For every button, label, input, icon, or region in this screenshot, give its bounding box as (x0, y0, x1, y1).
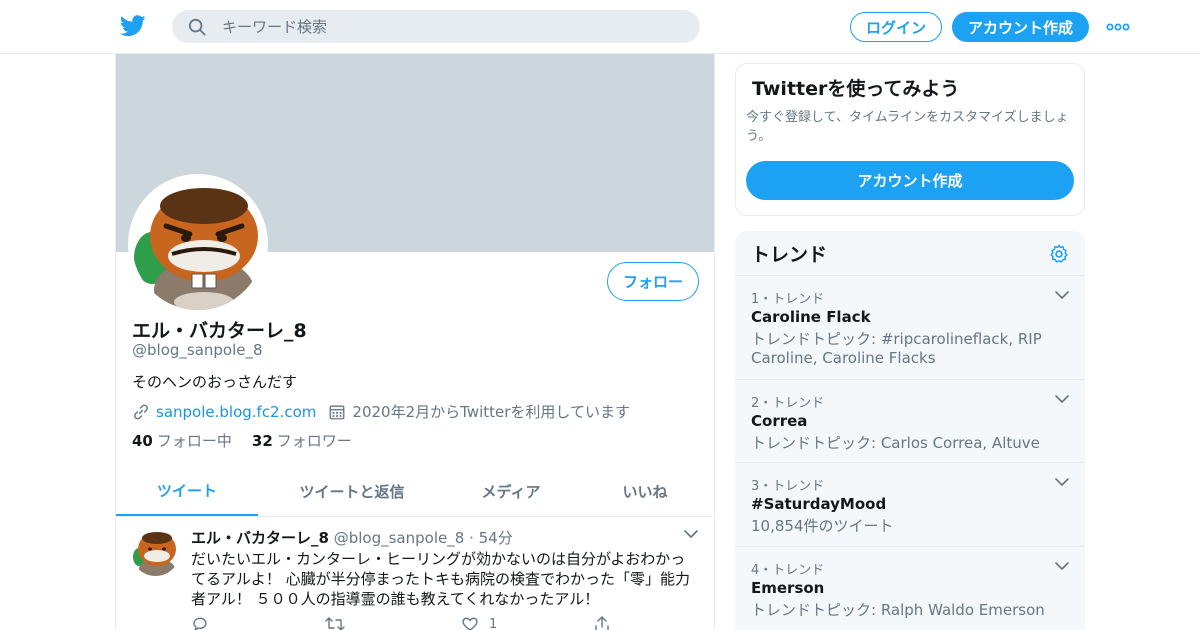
tweet-text: だいたいエル・カンターレ・ヒーリングが効かないのは自分がよおわかってるアルよ！ … (191, 550, 691, 608)
tweet-item[interactable]: エル・バカターレ_8 @blog_sanpole_8 · 54分 だいたいエル・… (116, 517, 714, 630)
trend-name: Correa (751, 412, 808, 430)
signup-card-description: 今すぐ登録して、タイムラインをカスタマイズしましょう。 (746, 110, 1069, 144)
profile-joined-date: 2020年2月からTwitterを利用しています (352, 403, 630, 421)
chevron-down-icon[interactable] (684, 529, 698, 539)
profile-handle: @blog_sanpole_8 (132, 341, 263, 359)
tweet-header: エル・バカターレ_8 @blog_sanpole_8 · 54分 (191, 527, 513, 548)
chevron-down-icon[interactable] (1055, 561, 1069, 571)
trend-rank: 2・トレンド (751, 396, 825, 411)
reply-icon (193, 617, 207, 630)
tab-likes[interactable]: いいね (576, 466, 714, 516)
followers-stat[interactable]: 32 フォロワー (252, 430, 352, 451)
tweet-separator: · (469, 529, 474, 547)
tab-tweets-and-replies[interactable]: ツイートと返信 (258, 466, 446, 516)
trend-name: Caroline Flack (751, 308, 871, 326)
tweet-author-name[interactable]: エル・バカターレ_8 (191, 529, 329, 547)
retweet-button[interactable] (325, 615, 345, 630)
gear-icon[interactable] (1048, 243, 1070, 265)
retweet-icon (325, 617, 345, 630)
more-options-icon[interactable] (1106, 20, 1130, 34)
share-icon (595, 616, 609, 630)
share-button[interactable] (593, 615, 611, 630)
tweet-avatar[interactable] (131, 527, 180, 576)
search-input[interactable] (222, 10, 682, 43)
trend-description: 10,854件のツイート (751, 517, 894, 535)
chevron-down-icon[interactable] (1055, 290, 1069, 300)
calendar-icon (329, 404, 345, 419)
trend-rank: 1・トレンド (751, 292, 825, 307)
profile-tabs: ツイート ツイートと返信 メディア いいね (116, 466, 714, 517)
trend-name: #SaturdayMood (751, 495, 887, 513)
followers-count: 32 (251, 432, 273, 450)
like-button[interactable]: 1 (461, 615, 497, 630)
trend-item[interactable]: 4・トレンド Emerson トレンドトピック: Ralph Waldo Eme… (735, 547, 1085, 630)
link-icon (134, 404, 148, 419)
profile-column: フォロー エル・バカターレ_8 @blog_sanpole_8 そのヘンのおっさ… (115, 54, 715, 630)
search-bar[interactable] (172, 10, 700, 43)
avatar-illustration (132, 178, 264, 310)
signup-button[interactable]: アカウント作成 (952, 12, 1089, 42)
trend-item[interactable]: 3・トレンド #SaturdayMood 10,854件のツイート (735, 463, 1085, 547)
profile-name: エル・バカターレ_8 (132, 320, 307, 342)
chevron-down-icon[interactable] (1055, 394, 1069, 404)
tweet-author-handle[interactable]: @blog_sanpole_8 (334, 529, 465, 547)
tweet-time[interactable]: 54分 (479, 529, 513, 547)
following-count: 40 (132, 432, 153, 450)
following-label: フォロー中 (156, 432, 232, 450)
trends-title: トレンド (751, 244, 828, 266)
tweet-avatar-illustration (131, 527, 180, 576)
signup-card-button[interactable]: アカウント作成 (746, 161, 1074, 200)
profile-avatar[interactable] (128, 174, 268, 314)
login-button[interactable]: ログイン (850, 12, 942, 42)
tab-tweets[interactable]: ツイート (116, 466, 258, 516)
profile-stats: 40 フォロー中 32 フォロワー (132, 430, 372, 451)
top-navigation: ログイン アカウント作成 (0, 0, 1200, 54)
trend-rank: 3・トレンド (751, 479, 825, 494)
trend-name: Emerson (751, 579, 825, 597)
trend-item[interactable]: 1・トレンド Caroline Flack トレンドトピック: #ripcaro… (735, 276, 1085, 380)
signup-card: Twitterを使ってみよう 今すぐ登録して、タイムラインをカスタマイズしましょ… (735, 63, 1085, 216)
trend-description: トレンドトピック: Ralph Waldo Emerson (751, 601, 1045, 619)
trend-item[interactable]: 2・トレンド Correa トレンドトピック: Carlos Correa, A… (735, 380, 1085, 463)
signup-card-title: Twitterを使ってみよう (752, 78, 960, 100)
trend-description: トレンドトピック: #ripcarolineflack, RIP Carolin… (751, 330, 1042, 367)
follow-button[interactable]: フォロー (607, 262, 699, 301)
tweet-actions: 1 (191, 615, 631, 630)
following-stat[interactable]: 40 フォロー中 (132, 430, 232, 451)
tab-media[interactable]: メディア (446, 466, 576, 516)
chevron-down-icon[interactable] (1055, 477, 1069, 487)
trends-header: トレンド (735, 231, 1085, 276)
profile-website-link[interactable]: sanpole.blog.fc2.com (156, 403, 316, 421)
followers-label: フォロワー (276, 432, 352, 450)
profile-bio: そのヘンのおっさんだす (132, 373, 298, 391)
reply-button[interactable] (191, 615, 209, 630)
trend-rank: 4・トレンド (751, 563, 825, 578)
like-count: 1 (489, 616, 498, 630)
heart-icon (462, 617, 478, 630)
search-icon (188, 18, 206, 36)
trends-panel: トレンド 1・トレンド Caroline Flack トレンドトピック: #ri… (735, 231, 1085, 630)
trend-description: トレンドトピック: Carlos Correa, Altuve (751, 434, 1040, 452)
profile-meta: sanpole.blog.fc2.com 2020年2月からTwitterを利用… (132, 401, 630, 422)
twitter-logo-icon[interactable] (120, 14, 146, 38)
